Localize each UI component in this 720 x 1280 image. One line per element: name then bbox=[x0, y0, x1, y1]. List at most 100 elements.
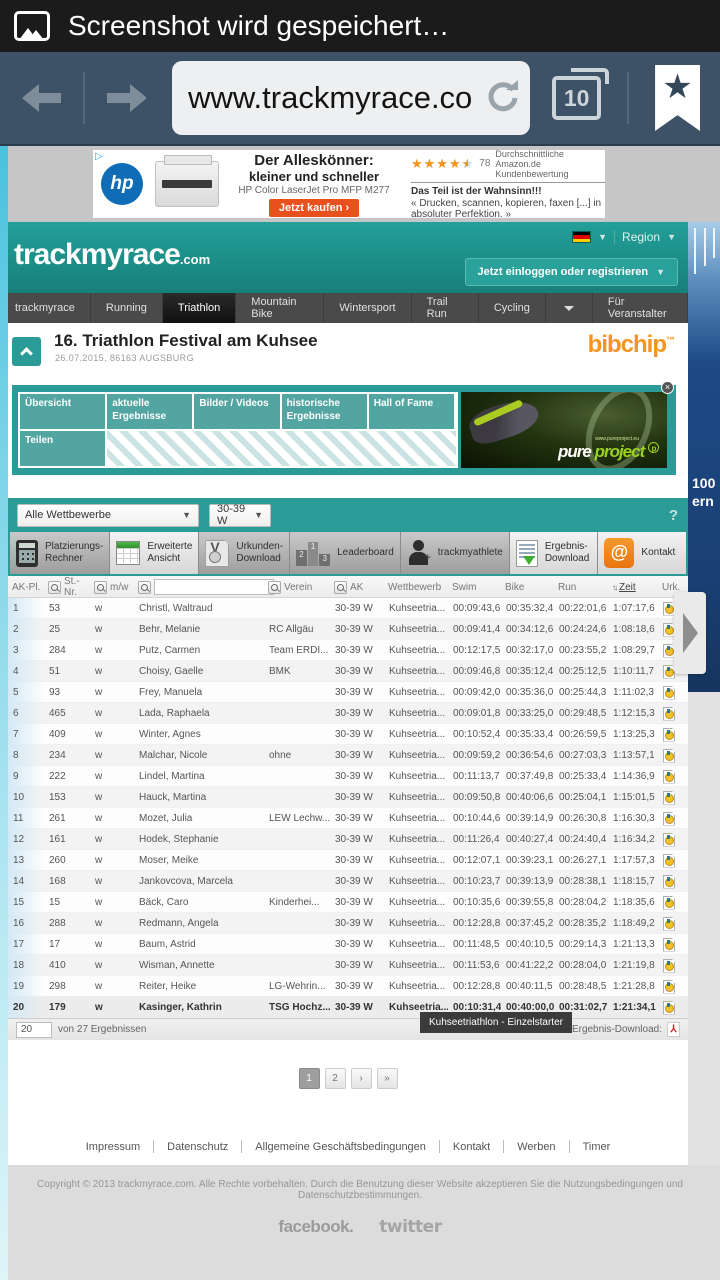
certificate-download-icon[interactable] bbox=[663, 707, 675, 721]
footer-link-allgemeine-geschäftsbedingungen[interactable]: Allgemeine Geschäftsbedingungen bbox=[242, 1141, 439, 1153]
refresh-icon[interactable] bbox=[486, 80, 520, 116]
certificate-download-icon[interactable] bbox=[663, 791, 675, 805]
page-button-1[interactable]: 1 bbox=[299, 1068, 320, 1089]
certificate-download-icon[interactable] bbox=[663, 938, 675, 952]
table-row[interactable]: 225wBehr, MelanieRC Allgäu30-39 WKuhseet… bbox=[8, 619, 688, 640]
ad-buy-button[interactable]: Jetzt kaufen › bbox=[269, 199, 359, 217]
competition-select[interactable]: Alle Wettbewerbe▼ bbox=[17, 504, 199, 527]
footer-link-impressum[interactable]: Impressum bbox=[73, 1141, 153, 1153]
table-row[interactable]: 9222wLindel, Martina30-39 WKuhseetria...… bbox=[8, 766, 688, 787]
table-row[interactable]: 19298wReiter, HeikeLG-Wehrin...30-39 WKu… bbox=[8, 976, 688, 997]
col-header-ak[interactable]: AK bbox=[330, 581, 384, 594]
nav-item-trail-run[interactable]: Trail Run bbox=[412, 293, 479, 323]
col-header-mw[interactable]: m/w bbox=[90, 581, 134, 594]
table-row[interactable]: 16288wRedmann, Angela30-39 WKuhseetria..… bbox=[8, 913, 688, 934]
german-flag-icon[interactable] bbox=[572, 231, 591, 243]
certificate-download-icon[interactable] bbox=[663, 686, 675, 700]
table-row[interactable]: 451wChoisy, GaelleBMK30-39 WKuhseetria..… bbox=[8, 661, 688, 682]
certificate-download-icon[interactable] bbox=[663, 833, 675, 847]
pdf-icon[interactable]: ⅄ bbox=[667, 1022, 680, 1037]
certificate-download-icon[interactable] bbox=[663, 980, 675, 994]
table-row[interactable]: 3284wPutz, CarmenTeam ERDI...30-39 WKuhs… bbox=[8, 640, 688, 661]
bibchip-logo[interactable]: bibchip™ bbox=[588, 331, 674, 359]
trackmyrace-logo[interactable]: trackmyrace.com bbox=[14, 238, 210, 272]
hp-banner-ad[interactable]: ▷ hp Der Alleskönner: kleiner und schnel… bbox=[93, 150, 605, 218]
nav-item-running[interactable]: Running bbox=[91, 293, 163, 323]
table-row[interactable]: 14168wJankovcova, Marcela30-39 WKuhseetr… bbox=[8, 871, 688, 892]
name-search-input[interactable] bbox=[154, 579, 274, 595]
help-icon[interactable]: ? bbox=[669, 507, 678, 524]
table-row[interactable]: 1515wBäck, CaroKinderhei...30-39 WKuhsee… bbox=[8, 892, 688, 913]
event-tab-übersicht[interactable]: Übersicht bbox=[20, 394, 105, 429]
table-row[interactable]: 1717wBaum, Astrid30-39 WKuhseetria...00:… bbox=[8, 934, 688, 955]
nav-item-f-r-veranstalter[interactable]: Für Veranstalter bbox=[593, 293, 688, 323]
footer-link-kontakt[interactable]: Kontakt bbox=[440, 1141, 503, 1153]
login-register-button[interactable]: Jetzt einloggen oder registrieren▼ bbox=[465, 258, 678, 286]
url-bar[interactable]: www.trackmyrace.co bbox=[172, 61, 530, 135]
event-tab-aktuelle-ergebnisse[interactable]: aktuelle Ergebnisse bbox=[107, 394, 192, 429]
region-selector[interactable]: Region bbox=[622, 230, 660, 244]
nav-item-mountain-bike[interactable]: Mountain Bike bbox=[236, 293, 324, 323]
table-row[interactable]: 20179wKasinger, KathrinTSG Hochz...30-39… bbox=[8, 997, 688, 1018]
tab-switcher-button[interactable]: 10 bbox=[552, 76, 601, 120]
chevron-down-icon[interactable]: ▼ bbox=[598, 232, 607, 242]
certificate-download-icon[interactable] bbox=[663, 917, 675, 931]
table-row[interactable]: 6465wLada, Raphaela30-39 WKuhseetria...0… bbox=[8, 703, 688, 724]
certificate-download-icon[interactable] bbox=[663, 749, 675, 763]
col-header-zeit-sorted[interactable]: ↑↓Zeit bbox=[608, 582, 658, 593]
footer-link-datenschutz[interactable]: Datenschutz bbox=[154, 1141, 241, 1153]
results-count-input[interactable] bbox=[16, 1022, 52, 1038]
col-header-swim[interactable]: Swim bbox=[448, 582, 501, 593]
search-icon[interactable] bbox=[334, 581, 347, 594]
certificate-download-icon[interactable] bbox=[663, 959, 675, 973]
col-header-urk[interactable]: Urk. bbox=[658, 582, 688, 593]
toolbar-trackmyathlete[interactable]: +trackmyathlete bbox=[401, 532, 510, 574]
event-tab-hall-of-fame[interactable]: Hall of Fame bbox=[369, 394, 454, 429]
search-icon[interactable] bbox=[48, 581, 61, 594]
search-icon[interactable] bbox=[268, 581, 281, 594]
certificate-download-icon[interactable] bbox=[663, 770, 675, 784]
bookmark-star-icon[interactable]: ★ bbox=[655, 65, 700, 131]
col-header-ak-pl[interactable]: AK-Pl. bbox=[8, 582, 44, 593]
col-header-wettbewerb[interactable]: Wettbewerb bbox=[384, 582, 448, 593]
table-row[interactable]: 10153wHauck, Martina30-39 WKuhseetria...… bbox=[8, 787, 688, 808]
footer-link-timer[interactable]: Timer bbox=[570, 1141, 624, 1153]
page-button-»[interactable]: » bbox=[377, 1068, 398, 1089]
certificate-download-icon[interactable] bbox=[663, 875, 675, 889]
page-button-›[interactable]: › bbox=[351, 1068, 372, 1089]
footer-link-werben[interactable]: Werben bbox=[504, 1141, 568, 1153]
col-header-st-nr[interactable]: St.-Nr. bbox=[44, 576, 90, 598]
toolbar-erweiterteansicht[interactable]: ErweiterteAnsicht bbox=[110, 532, 199, 574]
left-skyscraper-ad[interactable] bbox=[0, 146, 8, 1280]
toolbar-platzierungs-rechner[interactable]: Platzierungs-Rechner bbox=[10, 532, 110, 574]
toolbar-ergebnis-download[interactable]: Ergebnis-Download bbox=[510, 532, 599, 574]
adchoices-icon[interactable]: ▷ bbox=[95, 151, 103, 162]
certificate-download-icon[interactable] bbox=[663, 812, 675, 826]
table-row[interactable]: 7409wWinter, Agnes30-39 WKuhseetria...00… bbox=[8, 724, 688, 745]
twitter-logo[interactable]: twitter bbox=[379, 1217, 441, 1237]
certificate-download-icon[interactable] bbox=[663, 896, 675, 910]
nav-item-wintersport[interactable]: Wintersport bbox=[324, 293, 411, 323]
col-header-bike[interactable]: Bike bbox=[501, 582, 554, 593]
certificate-download-icon[interactable] bbox=[663, 854, 675, 868]
table-row[interactable]: 12161wHodek, Stephanie30-39 WKuhseetria.… bbox=[8, 829, 688, 850]
facebook-logo[interactable]: facebook. bbox=[278, 1217, 353, 1237]
page-button-2[interactable]: 2 bbox=[325, 1068, 346, 1089]
search-icon[interactable] bbox=[138, 581, 151, 594]
nav-more-button[interactable] bbox=[546, 293, 593, 323]
nav-item-triathlon[interactable]: Triathlon bbox=[163, 293, 236, 323]
table-row[interactable]: 153wChristl, Waltraud30-39 WKuhseetria..… bbox=[8, 598, 688, 619]
certificate-download-icon[interactable] bbox=[663, 1001, 675, 1015]
table-row[interactable]: 593wFrey, Manuela30-39 WKuhseetria...00:… bbox=[8, 682, 688, 703]
age-group-select[interactable]: 30-39 W▼ bbox=[209, 504, 271, 527]
back-arrow-icon[interactable] bbox=[22, 84, 61, 112]
nav-item-cycling[interactable]: Cycling bbox=[479, 293, 546, 323]
forward-arrow-icon[interactable] bbox=[107, 84, 146, 112]
chevron-down-icon[interactable]: ▼ bbox=[667, 232, 676, 242]
col-header-verein[interactable]: Verein bbox=[264, 581, 330, 594]
url-text[interactable]: www.trackmyrace.co bbox=[188, 80, 486, 116]
col-header-run[interactable]: Run bbox=[554, 582, 608, 593]
table-row[interactable]: 18410wWisman, Annette30-39 WKuhseetria..… bbox=[8, 955, 688, 976]
search-icon[interactable] bbox=[94, 581, 107, 594]
table-row[interactable]: 8234wMalchar, Nicoleohne30-39 WKuhseetri… bbox=[8, 745, 688, 766]
